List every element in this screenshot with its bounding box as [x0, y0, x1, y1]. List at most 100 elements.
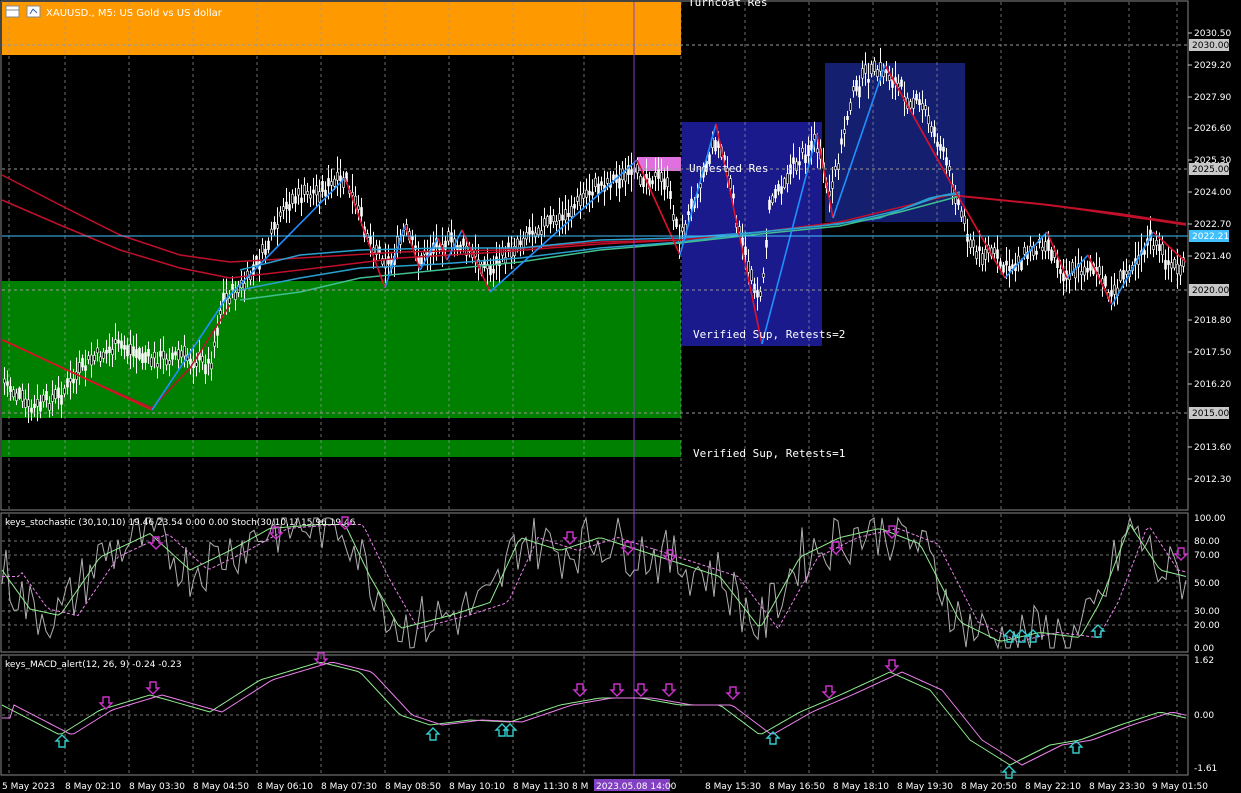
window-title: XAUUSD., M5: US Gold vs US dollar: [46, 8, 223, 19]
candle-body: [105, 349, 108, 354]
candle-body: [171, 352, 174, 360]
candle-body: [957, 199, 960, 206]
candle-body: [543, 218, 546, 227]
candle-body: [48, 403, 51, 411]
price-tag-label: 2022.21: [1192, 232, 1229, 242]
candle-body: [330, 181, 333, 186]
candle-body: [141, 353, 144, 363]
untested-res-label: Untested Res: [689, 162, 768, 175]
stoch-axis-label: 70.00: [1194, 551, 1220, 561]
candle-body: [249, 275, 252, 281]
candle-body: [174, 351, 177, 356]
candle-body: [573, 204, 576, 209]
candle-body: [321, 180, 324, 192]
candle-body: [873, 60, 876, 72]
candle-body: [930, 126, 933, 133]
candle-body: [540, 230, 543, 235]
candle-body: [561, 214, 564, 221]
candle-body: [492, 268, 495, 274]
candle-body: [606, 178, 609, 184]
stoch-axis-label: 0.00: [1194, 644, 1214, 654]
candle-body: [273, 222, 276, 230]
candle-body: [270, 228, 273, 234]
price-tick-label: 2016.20: [1194, 380, 1231, 390]
candle-body: [552, 215, 555, 222]
chart-window-icon[interactable]: [5, 5, 20, 18]
candle-body: [666, 177, 669, 188]
candle-body: [747, 261, 750, 273]
candle-body: [99, 356, 102, 362]
time-axis-label: 8 May 11:30: [513, 782, 569, 792]
candle-body: [1176, 263, 1179, 275]
time-axis-label: 8 May 19:30: [897, 782, 953, 792]
candle-body: [807, 145, 810, 157]
candle-body: [936, 141, 939, 147]
candle-body: [786, 173, 789, 185]
candle-body: [585, 189, 588, 198]
candle-body: [714, 140, 717, 152]
time-axis-label: 8 May 10:10: [449, 782, 505, 792]
candle-body: [975, 251, 978, 259]
candle-body: [6, 381, 9, 386]
chart-stage[interactable]: Turncoat Res Untested Res Verified Sup, …: [0, 0, 1241, 793]
time-axis-label: 8 May 02:10: [65, 782, 121, 792]
candle-body: [978, 246, 981, 252]
time-axis-label: 8 May 06:10: [257, 782, 313, 792]
candle-body: [774, 188, 777, 199]
candle-body: [840, 138, 843, 145]
candle-body: [267, 240, 270, 250]
candle-body: [108, 346, 111, 353]
chart-type-icon[interactable]: [26, 5, 41, 18]
stochastic-panel[interactable]: [0, 512, 1189, 653]
candle-body: [102, 351, 105, 359]
candle-body: [9, 386, 12, 392]
candle-body: [318, 191, 321, 203]
candle-body: [846, 115, 849, 121]
candle-body: [177, 349, 180, 361]
candle-body: [1083, 266, 1086, 276]
candle-body: [387, 256, 390, 265]
candle-body: [279, 211, 282, 217]
candle-body: [360, 207, 363, 217]
candle-body: [771, 195, 774, 204]
candle-body: [285, 201, 288, 210]
candle-body: [147, 349, 150, 357]
candle-body: [855, 80, 858, 92]
candle-body: [15, 392, 18, 401]
candle-body: [153, 352, 156, 359]
candle-body: [234, 291, 237, 300]
candle-body: [306, 191, 309, 195]
candle-body: [162, 350, 165, 360]
candle-body: [45, 391, 48, 401]
candle-body: [357, 205, 360, 210]
candle-body: [942, 146, 945, 152]
candle-body: [180, 350, 183, 358]
candle-body: [276, 224, 279, 229]
candle-body: [1086, 267, 1089, 273]
candle-body: [57, 387, 60, 399]
candle-body: [912, 97, 915, 109]
candle-body: [462, 238, 465, 246]
candle-body: [12, 389, 15, 398]
price-tick-label: 2012.30: [1194, 475, 1231, 485]
candle-body: [69, 378, 72, 382]
candle-body: [213, 341, 216, 347]
candle-body: [81, 358, 84, 368]
candle-body: [189, 358, 192, 365]
candle-body: [210, 362, 213, 370]
price-tick-label: 2029.20: [1194, 61, 1231, 71]
stoch-axis-label: 20.00: [1194, 621, 1220, 631]
price-axis[interactable]: 2030.502029.202027.902026.602025.302024.…: [1188, 29, 1231, 485]
candle-body: [27, 399, 30, 407]
candle-body: [72, 378, 75, 384]
candle-body: [51, 394, 54, 402]
candle-body: [657, 169, 660, 179]
candle-body: [300, 197, 303, 203]
stoch-axis-label: 50.00: [1194, 579, 1220, 589]
candle-body: [765, 239, 768, 248]
time-axis-label: 8 May 16:50: [769, 782, 825, 792]
candle-body: [1059, 269, 1062, 274]
candle-body: [1056, 259, 1059, 268]
candle-body: [21, 390, 24, 402]
candle-body: [549, 215, 552, 225]
